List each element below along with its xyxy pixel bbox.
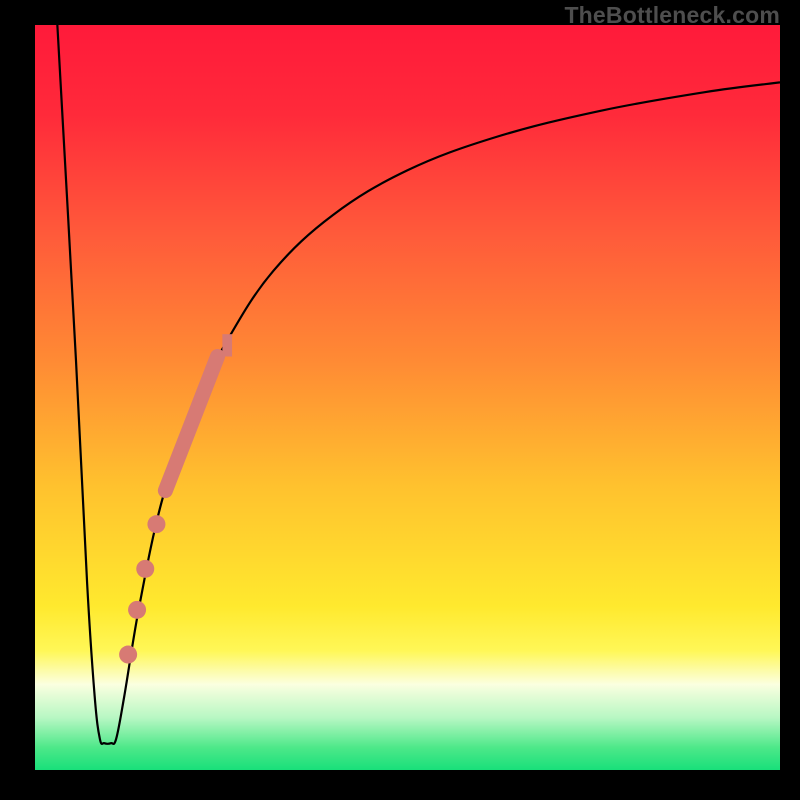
pink-dot — [128, 601, 146, 619]
pink-dot — [136, 560, 154, 578]
watermark-text: TheBottleneck.com — [564, 2, 780, 29]
gradient-background — [35, 25, 780, 770]
chart-svg — [35, 25, 780, 770]
pink-tick-top — [222, 334, 232, 356]
chart-frame: TheBottleneck.com — [0, 0, 800, 800]
plot-area — [35, 25, 780, 770]
pink-dot — [119, 646, 137, 664]
pink-dot — [147, 515, 165, 533]
